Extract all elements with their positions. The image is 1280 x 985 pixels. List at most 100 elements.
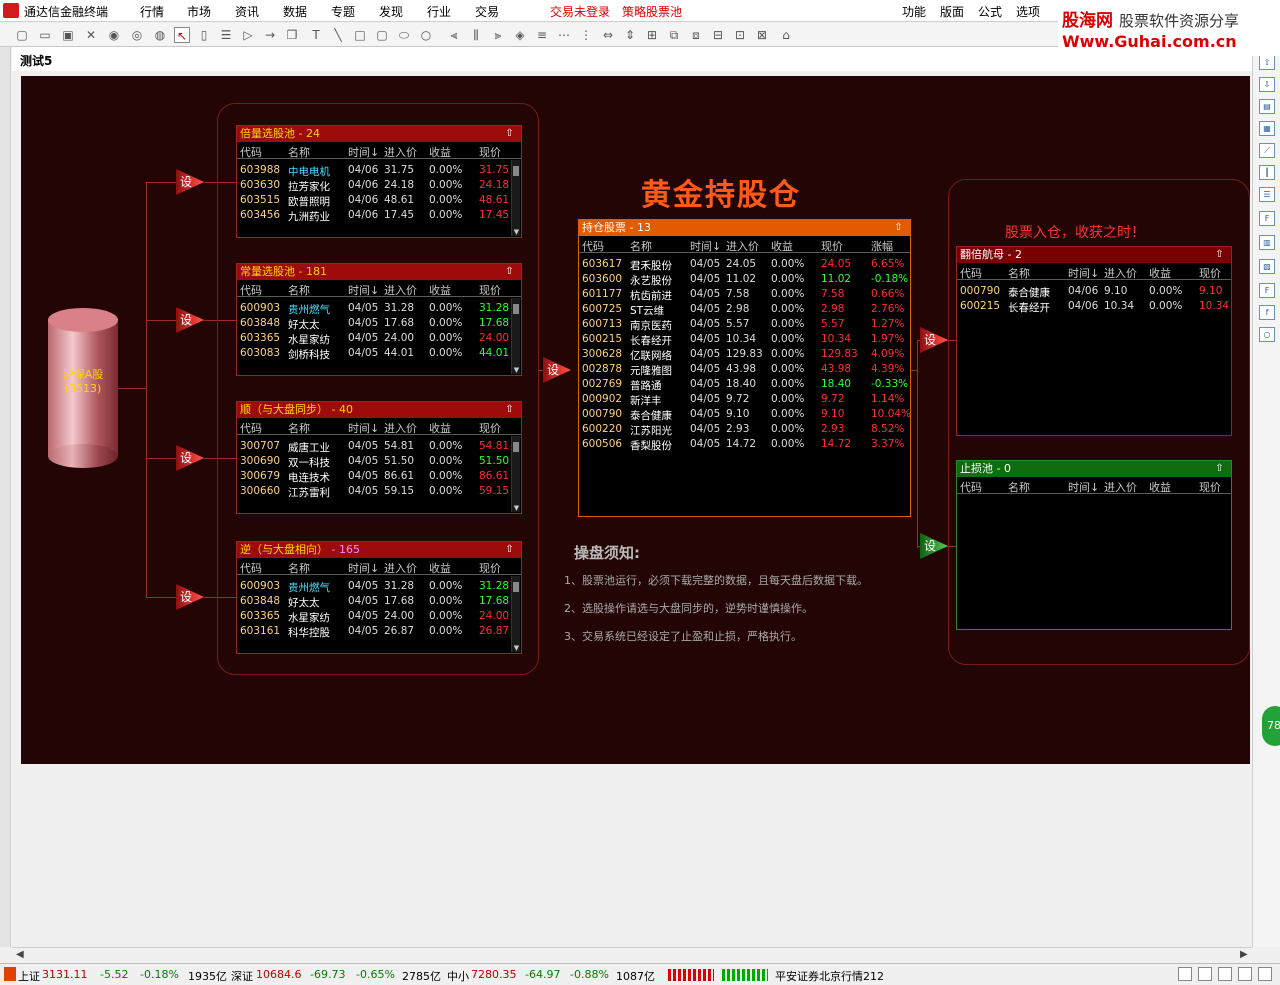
column-header[interactable]: 代码 — [240, 282, 262, 298]
column-header[interactable]: 代码 — [240, 560, 262, 576]
table-row[interactable]: 603083 剑桥科技 04/05 44.01 0.00% 44.01 — [237, 345, 521, 361]
table-row[interactable]: 600220 江苏阳光 04/05 2.93 0.00% 2.93 8.52% — [579, 421, 910, 437]
menu-shichang[interactable]: 市场 — [187, 3, 211, 20]
table-row[interactable]: 601177 杭齿前进 04/05 7.58 0.00% 7.58 0.66% — [579, 286, 910, 302]
column-header[interactable]: 收益 — [1149, 265, 1171, 281]
window-icon[interactable] — [1178, 967, 1192, 981]
set-button-pool1[interactable]: 设 — [176, 169, 204, 195]
triangle-tool-icon[interactable]: ▷ — [240, 27, 256, 43]
table-row[interactable]: 603456 九洲药业 04/06 17.45 0.00% 17.45 — [237, 207, 521, 223]
new-icon[interactable]: ▢ — [14, 27, 30, 43]
column-header[interactable]: 时间↓ — [1068, 479, 1099, 495]
delete-icon[interactable]: ✕ — [83, 27, 99, 43]
vertical-scrollbar[interactable]: ▼ — [511, 298, 520, 374]
table-row[interactable]: 300707 威唐工业 04/05 54.81 0.00% 54.81 — [237, 438, 521, 454]
copy-tool-icon[interactable]: ❐ — [284, 27, 300, 43]
play-icon[interactable]: ◉ — [106, 27, 122, 43]
ungroup-icon[interactable]: ⊡ — [732, 27, 748, 43]
set-button-pool3[interactable]: 设 — [176, 445, 204, 471]
column-header[interactable]: 时间↓ — [348, 282, 379, 298]
stop-icon[interactable]: ◎ — [129, 27, 145, 43]
column-header[interactable]: 收益 — [429, 282, 451, 298]
arrow-tool-icon[interactable]: → — [262, 27, 278, 43]
formula-icon[interactable]: f — [1259, 305, 1275, 320]
vertical-scrollbar[interactable]: ▼ — [511, 160, 520, 236]
zx-index-name[interactable]: 中小 — [447, 968, 469, 984]
menu-gongneng[interactable]: 功能 — [902, 3, 926, 20]
home-icon[interactable]: ⌂ — [778, 27, 794, 43]
menu-zixun[interactable]: 资讯 — [235, 3, 259, 20]
line-tool-icon[interactable]: ╲ — [330, 27, 346, 43]
text-tool-icon[interactable]: T — [308, 27, 324, 43]
column-header[interactable]: 收益 — [429, 420, 451, 436]
distribute-h-icon[interactable]: ⋯ — [556, 27, 572, 43]
table-row[interactable]: 002878 元隆雅图 04/05 43.98 0.00% 43.98 4.39% — [579, 361, 910, 377]
column-header[interactable]: 名称 — [288, 144, 310, 160]
list-icon[interactable]: ☰ — [1259, 187, 1275, 202]
align-right-icon[interactable]: ⫸ — [490, 27, 506, 43]
bring-front-icon[interactable]: ⧉ — [666, 27, 682, 43]
column-header[interactable]: 名称 — [288, 420, 310, 436]
column-header[interactable]: 收益 — [429, 560, 451, 576]
column-header[interactable]: 现价 — [1199, 479, 1221, 495]
table-row[interactable]: 603630 拉芳家化 04/06 24.18 0.00% 24.18 — [237, 177, 521, 193]
menu-hangye[interactable]: 行业 — [427, 3, 451, 20]
column-header[interactable]: 时间↓ — [348, 420, 379, 436]
sz-index-name[interactable]: 深证 — [231, 968, 253, 984]
table-row[interactable]: 600506 香梨股份 04/05 14.72 0.00% 14.72 3.37% — [579, 436, 910, 452]
collapse-up-icon[interactable]: ⇧ — [504, 128, 515, 139]
kline-icon[interactable]: ┃ — [1259, 165, 1275, 180]
column-header[interactable]: 进入价 — [726, 238, 759, 254]
column-header[interactable]: 进入价 — [384, 144, 417, 160]
scrollbar-thumb[interactable] — [513, 166, 519, 176]
column-header[interactable]: 代码 — [240, 420, 262, 436]
column-header[interactable]: 时间↓ — [348, 144, 379, 160]
menu-jiaoyi[interactable]: 交易 — [475, 3, 499, 20]
table-row[interactable]: 000902 新洋丰 04/05 9.72 0.00% 9.72 1.14% — [579, 391, 910, 407]
table-row[interactable]: 000790 泰合健康 04/05 9.10 0.00% 9.10 10.04% — [579, 406, 911, 422]
open-icon[interactable]: ▭ — [37, 27, 53, 43]
sh-index-name[interactable]: 上证 — [18, 968, 40, 984]
table-row[interactable]: 603365 水星家纺 04/05 24.00 0.00% 24.00 — [237, 608, 521, 624]
table-row[interactable]: 603365 水星家纺 04/05 24.00 0.00% 24.00 — [237, 330, 521, 346]
same-size-icon[interactable]: ⊞ — [644, 27, 660, 43]
table-row[interactable]: 603848 好太太 04/05 17.68 0.00% 17.68 — [237, 593, 521, 609]
settings-icon[interactable] — [1218, 967, 1232, 981]
column-header[interactable]: 名称 — [630, 238, 652, 254]
ellipse-tool-icon[interactable]: ⬭ — [396, 27, 412, 43]
layout-icon[interactable] — [1198, 967, 1212, 981]
broker-connection[interactable]: 平安证券北京行情212 — [775, 968, 884, 984]
column-header[interactable]: 进入价 — [1104, 479, 1137, 495]
column-header[interactable]: 名称 — [288, 560, 310, 576]
scroll-down-icon[interactable]: ▼ — [512, 504, 521, 512]
table-row[interactable]: 603600 永艺股份 04/05 11.02 0.00% 11.02 -0.18% — [579, 271, 910, 287]
column-header[interactable]: 现价 — [479, 560, 501, 576]
column-header[interactable]: 代码 — [582, 238, 604, 254]
strategy-pool-link[interactable]: 策略股票池 — [622, 3, 682, 20]
table-icon[interactable]: ▦ — [1259, 121, 1275, 136]
list-tool-icon[interactable]: ☰ — [218, 27, 234, 43]
horizontal-scrollbar[interactable]: ◀ ▶ — [12, 947, 1252, 963]
table-row[interactable]: 600215 长春经开 04/06 10.34 0.00% 10.34 — [957, 298, 1231, 314]
table-row[interactable]: 603988 中电电机 04/06 31.75 0.00% 31.75 — [237, 162, 521, 178]
column-header[interactable]: 现价 — [1199, 265, 1221, 281]
column-header[interactable]: 进入价 — [384, 420, 417, 436]
table-row[interactable]: 600903 贵州燃气 04/05 31.28 0.00% 31.28 — [237, 578, 521, 594]
column-header[interactable]: 时间↓ — [690, 238, 721, 254]
up-arrow-icon[interactable]: ⇧ — [1259, 55, 1275, 70]
send-back-icon[interactable]: ⧈ — [688, 27, 704, 43]
table-row[interactable]: 300690 双一科技 04/05 51.50 0.00% 51.50 — [237, 453, 521, 469]
set-button-holding[interactable]: 设 — [543, 357, 571, 383]
column-header[interactable]: 进入价 — [384, 560, 417, 576]
column-header[interactable]: 涨幅 — [871, 238, 893, 254]
table-row[interactable]: 603848 好太太 04/05 17.68 0.00% 17.68 — [237, 315, 521, 331]
news-icon[interactable]: ▧ — [1259, 259, 1275, 274]
table-row[interactable]: 603515 欧普照明 04/06 48.61 0.00% 48.61 — [237, 192, 521, 208]
menu-faxian[interactable]: 发现 — [379, 3, 403, 20]
rect-tool-icon[interactable]: ▯ — [196, 27, 212, 43]
side-badge[interactable]: 78 — [1262, 706, 1280, 746]
record-icon[interactable]: ◍ — [152, 27, 168, 43]
down-arrow-icon[interactable]: ⇩ — [1259, 77, 1275, 92]
table-row[interactable]: 002769 普路通 04/05 18.40 0.00% 18.40 -0.33% — [579, 376, 910, 392]
antenna-icon[interactable] — [1238, 967, 1252, 981]
